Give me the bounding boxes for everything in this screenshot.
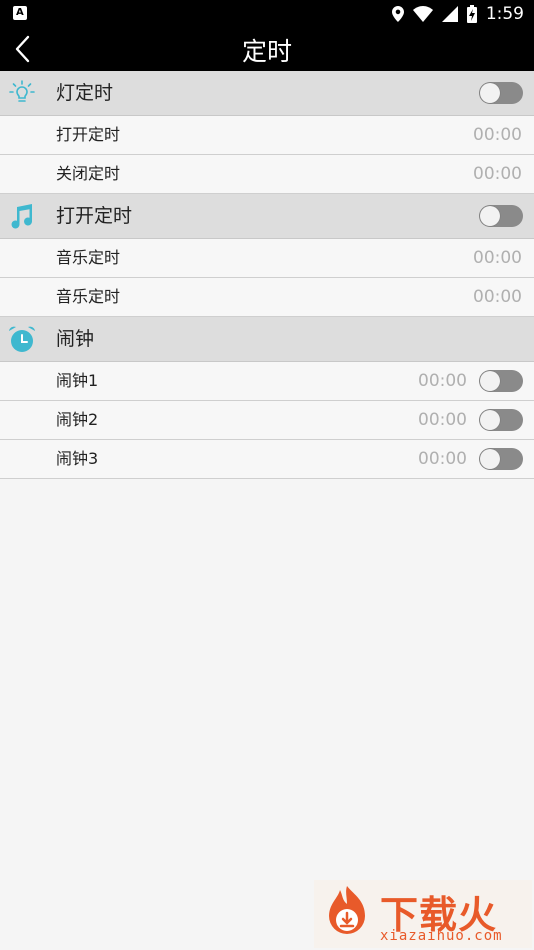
row-time-value: 00:00 (418, 371, 467, 391)
alarm-3-toggle[interactable] (479, 448, 523, 470)
wifi-icon (412, 6, 433, 22)
list-item[interactable]: 打开定时 00:00 (0, 116, 534, 155)
alarm-clock-icon (9, 326, 35, 352)
watermark-url: xiazaihuo.com (380, 928, 503, 944)
list-item[interactable]: 音乐定时 00:00 (0, 278, 534, 317)
watermark: 下载火 xiazaihuo.com (314, 880, 532, 948)
status-icons: 1:59 (391, 0, 524, 28)
toggle-knob (480, 410, 500, 430)
section-light-timer: 灯定时 (0, 71, 534, 116)
row-time-value: 00:00 (473, 164, 522, 184)
row-label: 闹钟1 (56, 371, 99, 390)
status-bar: A 1:59 (0, 0, 534, 28)
row-time-value: 00:00 (473, 287, 522, 307)
toggle-knob (480, 206, 500, 226)
light-bulb-icon (9, 80, 35, 102)
list-item[interactable]: 关闭定时 00:00 (0, 155, 534, 194)
chevron-left-icon (15, 35, 30, 63)
flame-logo-icon (329, 886, 365, 934)
row-label: 打开定时 (56, 125, 121, 144)
location-icon (391, 6, 404, 22)
signal-icon (441, 6, 458, 22)
row-label: 音乐定时 (56, 287, 121, 306)
light-timer-toggle[interactable] (479, 82, 523, 104)
app-bar: 定时 (0, 28, 534, 71)
list-item[interactable]: 闹钟1 00:00 (0, 362, 534, 401)
row-label: 音乐定时 (56, 248, 121, 267)
section-label: 闹钟 (56, 328, 95, 350)
list-item[interactable]: 闹钟3 00:00 (0, 440, 534, 479)
row-label: 闹钟2 (56, 410, 99, 429)
row-time-value: 00:00 (418, 410, 467, 430)
battery-charging-icon (466, 5, 477, 23)
back-button[interactable] (10, 32, 38, 66)
toggle-knob (480, 83, 500, 103)
section-music-timer: 打开定时 (0, 194, 534, 239)
status-time: 1:59 (485, 4, 524, 24)
section-alarm: 闹钟 (0, 317, 534, 362)
section-label: 灯定时 (56, 82, 114, 104)
notification-a-icon: A (13, 6, 27, 20)
music-timer-toggle[interactable] (479, 205, 523, 227)
row-label: 关闭定时 (56, 164, 121, 183)
row-time-value: 00:00 (418, 449, 467, 469)
row-time-value: 00:00 (473, 125, 522, 145)
list-item[interactable]: 音乐定时 00:00 (0, 239, 534, 278)
toggle-knob (480, 371, 500, 391)
toggle-knob (480, 449, 500, 469)
alarm-2-toggle[interactable] (479, 409, 523, 431)
alarm-1-toggle[interactable] (479, 370, 523, 392)
list-item[interactable]: 闹钟2 00:00 (0, 401, 534, 440)
page-title: 定时 (241, 36, 292, 66)
music-note-icon (11, 204, 33, 229)
row-label: 闹钟3 (56, 449, 99, 468)
row-time-value: 00:00 (473, 248, 522, 268)
section-label: 打开定时 (56, 205, 133, 227)
timer-list: 灯定时 打开定时 00:00 关闭定时 00:00 打开定时 音乐定时 00:0… (0, 71, 534, 479)
